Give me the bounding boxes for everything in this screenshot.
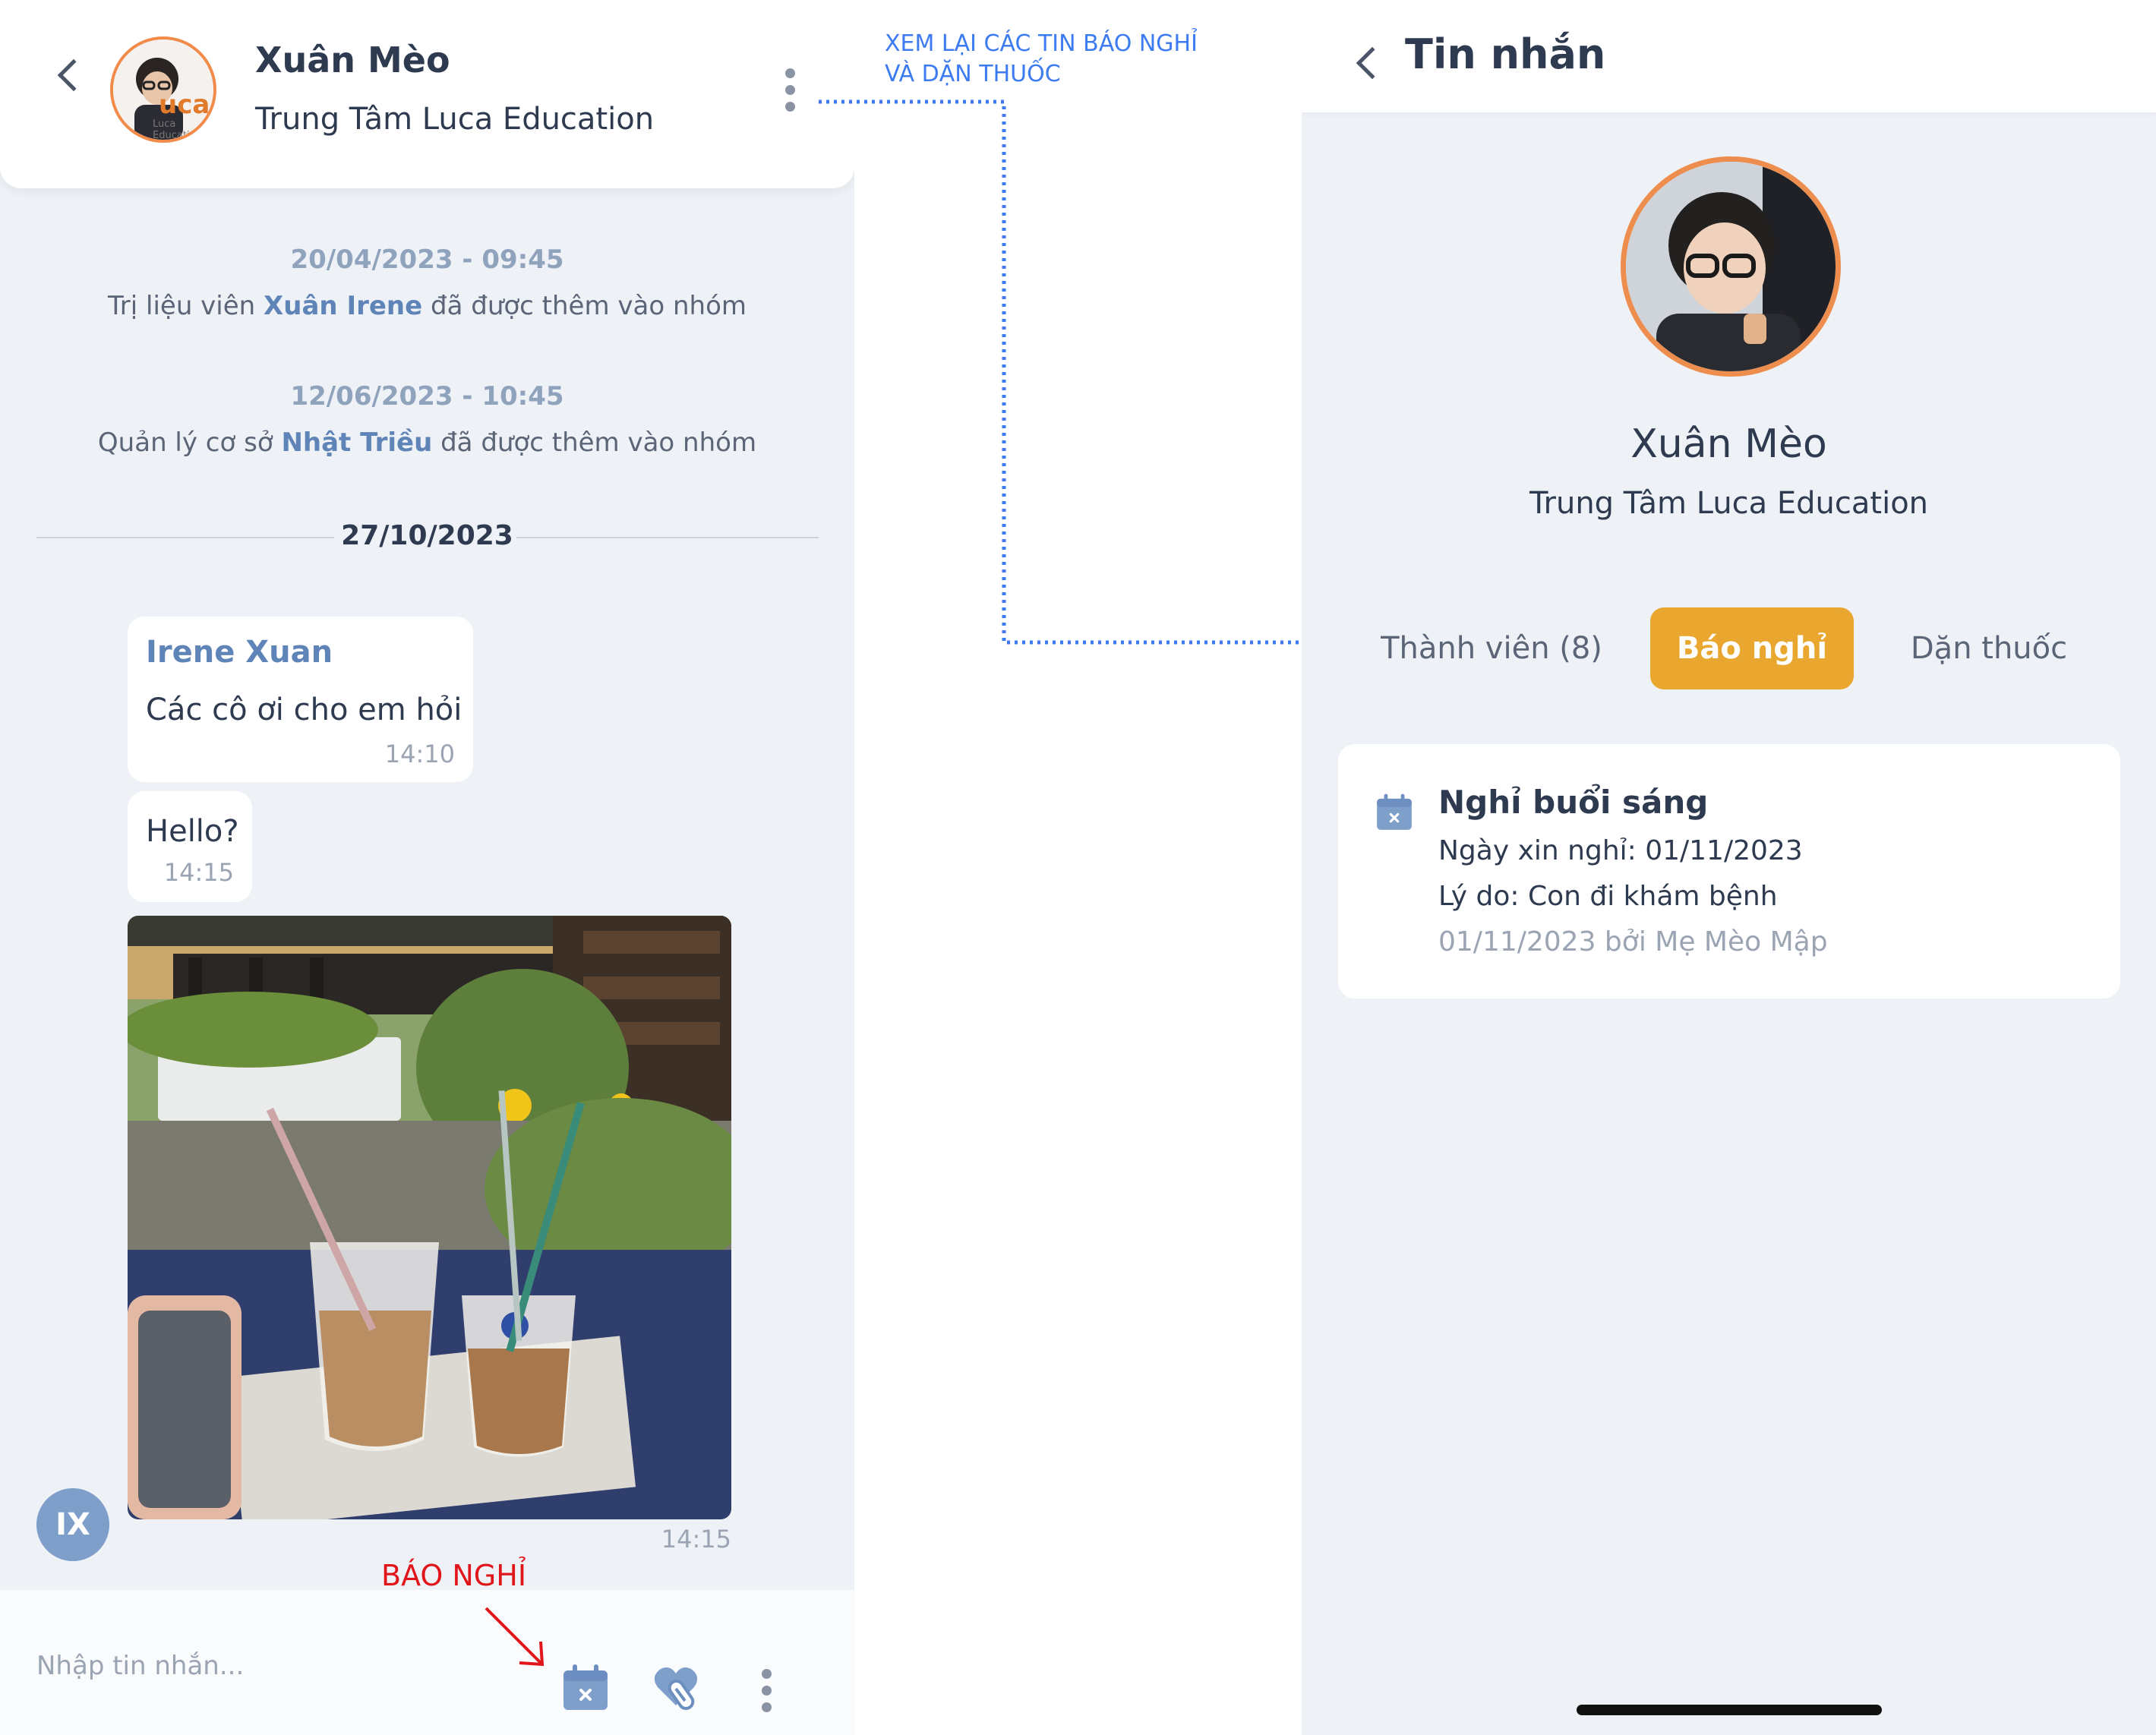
- annotation-arrow: [819, 99, 1349, 653]
- message-input[interactable]: Nhập tin nhắn...: [36, 1651, 244, 1681]
- message-text: Các cô ơi cho em hỏi: [146, 692, 462, 727]
- message-text: Hello?: [146, 814, 239, 849]
- system-message: Quản lý cơ sở Nhật Triều đã được thêm và…: [97, 427, 757, 458]
- avatar[interactable]: uca Luca Education: [110, 36, 216, 143]
- profile-subtitle: Trung Tâm Luca Education: [1529, 486, 1929, 521]
- message-bubble[interactable]: Hello? 14:15: [128, 791, 252, 902]
- iced-coffee-photo: [128, 916, 731, 1519]
- system-message: Trị liệu viên Xuân Irene đã được thêm và…: [108, 291, 747, 321]
- group-info-screen: Tin nhắn Xuân Mèo Trung Tâm Luca Educati…: [1302, 0, 2156, 1735]
- message-time: 14:15: [163, 858, 234, 887]
- leave-request-card[interactable]: Nghỉ buổi sáng Ngày xin nghỉ: 01/11/2023…: [1338, 744, 2120, 998]
- logo-text: uca: [159, 90, 210, 120]
- tab-leave-requests[interactable]: Báo nghỉ: [1650, 607, 1854, 689]
- message-sender: Irene Xuan: [146, 635, 333, 670]
- medicine-icon[interactable]: [652, 1663, 700, 1711]
- chat-subtitle: Trung Tâm Luca Education: [255, 102, 655, 137]
- system-date: 12/06/2023 - 10:45: [290, 381, 564, 412]
- leave-title: Nghỉ buổi sáng: [1438, 784, 1709, 821]
- home-indicator: [1577, 1705, 1882, 1715]
- back-icon[interactable]: [57, 58, 90, 92]
- message-image[interactable]: [128, 916, 731, 1519]
- sender-avatar[interactable]: IX: [36, 1488, 109, 1561]
- chat-title: Xuân Mèo: [255, 39, 450, 80]
- tab-members[interactable]: Thành viên (8): [1362, 607, 1621, 689]
- more-options-icon[interactable]: [785, 68, 796, 118]
- member-name[interactable]: Xuân Irene: [264, 291, 422, 321]
- chat-header: uca Luca Education Xuân Mèo Trung Tâm Lu…: [0, 0, 854, 188]
- message-bubble[interactable]: Irene Xuan Các cô ơi cho em hỏi 14:10: [128, 617, 473, 782]
- leave-reason: Lý do: Con đi khám bệnh: [1438, 881, 1778, 912]
- calendar-cancel-icon: [1377, 793, 1412, 830]
- divider: [516, 537, 819, 538]
- annotation-arrow-red: [485, 1607, 545, 1667]
- leave-request-calendar-icon[interactable]: [560, 1663, 611, 1713]
- member-name[interactable]: Nhật Triều: [281, 427, 432, 458]
- leave-date: Ngày xin nghỉ: 01/11/2023: [1438, 835, 1803, 866]
- profile-name: Xuân Mèo: [1630, 421, 1827, 467]
- chat-screen: uca Luca Education Xuân Mèo Trung Tâm Lu…: [0, 0, 854, 1735]
- message-composer: Nhập tin nhắn...: [0, 1590, 854, 1735]
- tab-medicine[interactable]: Dặn thuốc: [1875, 607, 2103, 689]
- annotation-review-leave: XEM LẠI CÁC TIN BÁO NGHỈ VÀ DẶN THUỐC: [885, 30, 1198, 87]
- screen-header: Tin nhắn: [1302, 0, 2156, 112]
- system-date: 20/04/2023 - 09:45: [290, 244, 564, 275]
- profile-avatar[interactable]: [1621, 156, 1841, 377]
- back-icon[interactable]: [1356, 46, 1389, 80]
- message-time: 14:10: [384, 740, 455, 768]
- message-time: 14:15: [661, 1525, 731, 1554]
- date-divider: 27/10/2023: [341, 520, 513, 551]
- annotation-leave-button: BÁO NGHỈ: [381, 1559, 527, 1592]
- child-photo-icon: [1626, 162, 1836, 371]
- page-title: Tin nhắn: [1405, 30, 1606, 78]
- logo-caption: Luca Education: [153, 118, 202, 141]
- more-options-icon[interactable]: [762, 1669, 772, 1719]
- leave-meta: 01/11/2023 bởi Mẹ Mèo Mập: [1438, 926, 1828, 957]
